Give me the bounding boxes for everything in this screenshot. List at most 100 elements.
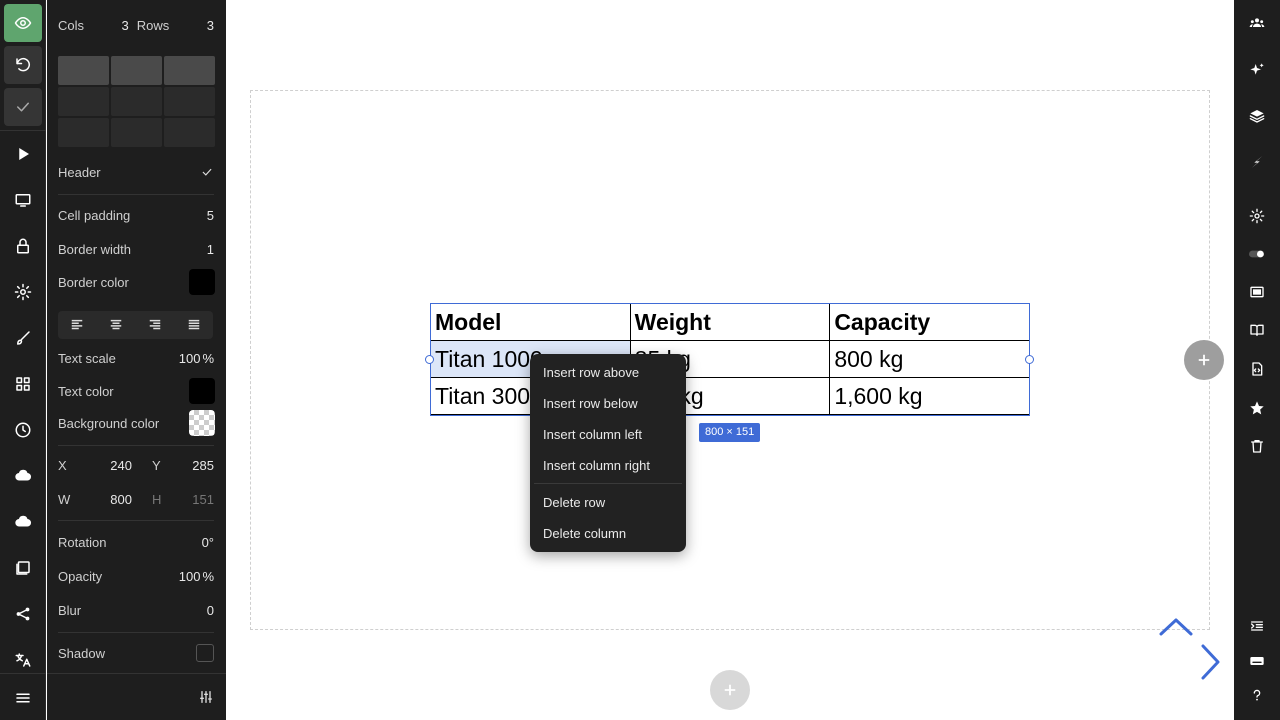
grid-cell[interactable] (58, 118, 109, 147)
align-right-icon[interactable] (148, 318, 162, 332)
navigate-up-button[interactable] (1158, 614, 1194, 638)
table-cell[interactable]: 1,600 kg (829, 377, 1030, 415)
table-row: Titan 1000 85 kg 800 kg (430, 340, 1030, 378)
lock-button[interactable] (4, 227, 42, 265)
main-menu-button[interactable] (4, 679, 42, 717)
w-input[interactable]: 800 (72, 492, 132, 507)
data-table[interactable]: Model Weight Capacity Titan 1000 85 kg 8… (430, 303, 1030, 415)
help-button[interactable] (1245, 683, 1269, 707)
table-cell[interactable]: 800 kg (829, 340, 1030, 378)
book-icon (1250, 324, 1264, 336)
trash-icon (1251, 440, 1263, 453)
frame-icon (1250, 286, 1264, 298)
blur-input[interactable]: 0 (207, 603, 214, 618)
grid-cell[interactable] (111, 118, 162, 147)
animations-button[interactable] (1245, 150, 1269, 174)
favorites-button[interactable] (1245, 396, 1269, 420)
header-row[interactable]: Header (58, 162, 214, 182)
align-center-icon[interactable] (109, 318, 123, 332)
notes-button[interactable] (1245, 318, 1269, 342)
table-grid-picker[interactable] (58, 56, 215, 147)
table-header-cell[interactable]: Capacity (829, 303, 1030, 341)
grid-cell[interactable] (58, 56, 109, 85)
toggle-switch[interactable] (1245, 242, 1269, 266)
plus-icon (724, 684, 736, 696)
border-width-input[interactable]: 1 (207, 242, 214, 257)
confirm-button[interactable] (4, 88, 42, 126)
delete-column-item[interactable]: Delete column (530, 518, 686, 549)
insert-column-right-item[interactable]: Insert column right (530, 450, 686, 481)
keyboard-shortcuts-button[interactable] (1245, 649, 1269, 673)
layouts-button[interactable] (4, 365, 42, 403)
chevron-right-icon (1201, 644, 1220, 680)
settings-button[interactable] (4, 273, 42, 311)
header-label: Header (58, 164, 101, 180)
shadow-checkbox[interactable] (196, 644, 214, 662)
resize-handle-left[interactable] (425, 355, 434, 364)
rotation-input[interactable]: 0° (202, 535, 214, 550)
play-icon (19, 148, 29, 160)
undo-button[interactable] (4, 46, 42, 84)
add-slide-below-button[interactable] (710, 670, 750, 710)
grid-cell[interactable] (164, 87, 215, 116)
ai-button[interactable] (1245, 58, 1269, 82)
screen-button[interactable] (4, 181, 42, 219)
resize-handle-right[interactable] (1025, 355, 1034, 364)
h-input[interactable]: 151 (166, 492, 214, 507)
sliders-icon[interactable] (198, 689, 214, 705)
navigate-right-button[interactable] (1198, 642, 1222, 682)
align-left-icon[interactable] (70, 318, 84, 332)
size-badge: 800 × 151 (699, 423, 761, 442)
upload-button[interactable] (4, 457, 42, 495)
align-justify-icon[interactable] (187, 318, 201, 332)
grid-cell[interactable] (164, 118, 215, 147)
rail-divider (0, 130, 46, 131)
text-scale-label: Text scale (58, 350, 116, 366)
layers-button[interactable] (1245, 104, 1269, 128)
grid-cell[interactable] (164, 56, 215, 85)
settings-button-right[interactable] (1245, 204, 1269, 228)
slide-canvas[interactable]: Model Weight Capacity Titan 1000 85 kg 8… (226, 0, 1234, 720)
size-row: W 800 H 151 (58, 489, 214, 509)
x-input[interactable]: 240 (72, 458, 132, 473)
sparkle-icon (1250, 63, 1264, 75)
insert-column-left-item[interactable]: Insert column left (530, 419, 686, 450)
present-button[interactable] (4, 135, 42, 173)
left-toolbar (0, 0, 46, 720)
cell-padding-input[interactable]: 5 (207, 208, 214, 223)
frame-button[interactable] (1245, 280, 1269, 304)
background-color-swatch[interactable] (189, 410, 215, 436)
border-color-swatch[interactable] (189, 269, 215, 295)
y-input[interactable]: 285 (166, 458, 214, 473)
delete-row-item[interactable]: Delete row (530, 487, 686, 518)
table-header-cell[interactable]: Model (430, 303, 631, 341)
outline-button[interactable] (1245, 614, 1269, 638)
lock-icon (17, 238, 29, 254)
media-button[interactable] (4, 549, 42, 587)
style-button[interactable] (4, 319, 42, 357)
clock-icon (15, 422, 31, 438)
background-color-row: Background color (58, 410, 215, 436)
insert-row-above-item[interactable]: Insert row above (530, 357, 686, 388)
grid-cell[interactable] (111, 87, 162, 116)
share-button[interactable] (4, 595, 42, 633)
history-button[interactable] (4, 411, 42, 449)
grid-cell[interactable] (58, 87, 109, 116)
cols-input[interactable]: 3 (122, 18, 129, 33)
add-slide-right-button[interactable] (1184, 340, 1224, 380)
grid-cell[interactable] (111, 56, 162, 85)
table-header-cell[interactable]: Weight (629, 303, 831, 341)
delete-button[interactable] (1245, 434, 1269, 458)
preview-button[interactable] (4, 4, 42, 42)
cell-padding-label: Cell padding (58, 207, 131, 223)
text-color-swatch[interactable] (189, 378, 215, 404)
opacity-input[interactable]: 100% (179, 569, 214, 584)
code-button[interactable] (1245, 357, 1269, 381)
text-scale-input[interactable]: 100% (179, 351, 214, 366)
blur-row: Blur 0 (58, 600, 214, 620)
rotation-row: Rotation 0° (58, 532, 214, 552)
collaborators-button[interactable] (1245, 11, 1269, 35)
insert-row-below-item[interactable]: Insert row below (530, 388, 686, 419)
rows-input[interactable]: 3 (207, 18, 214, 33)
download-button[interactable] (4, 503, 42, 541)
